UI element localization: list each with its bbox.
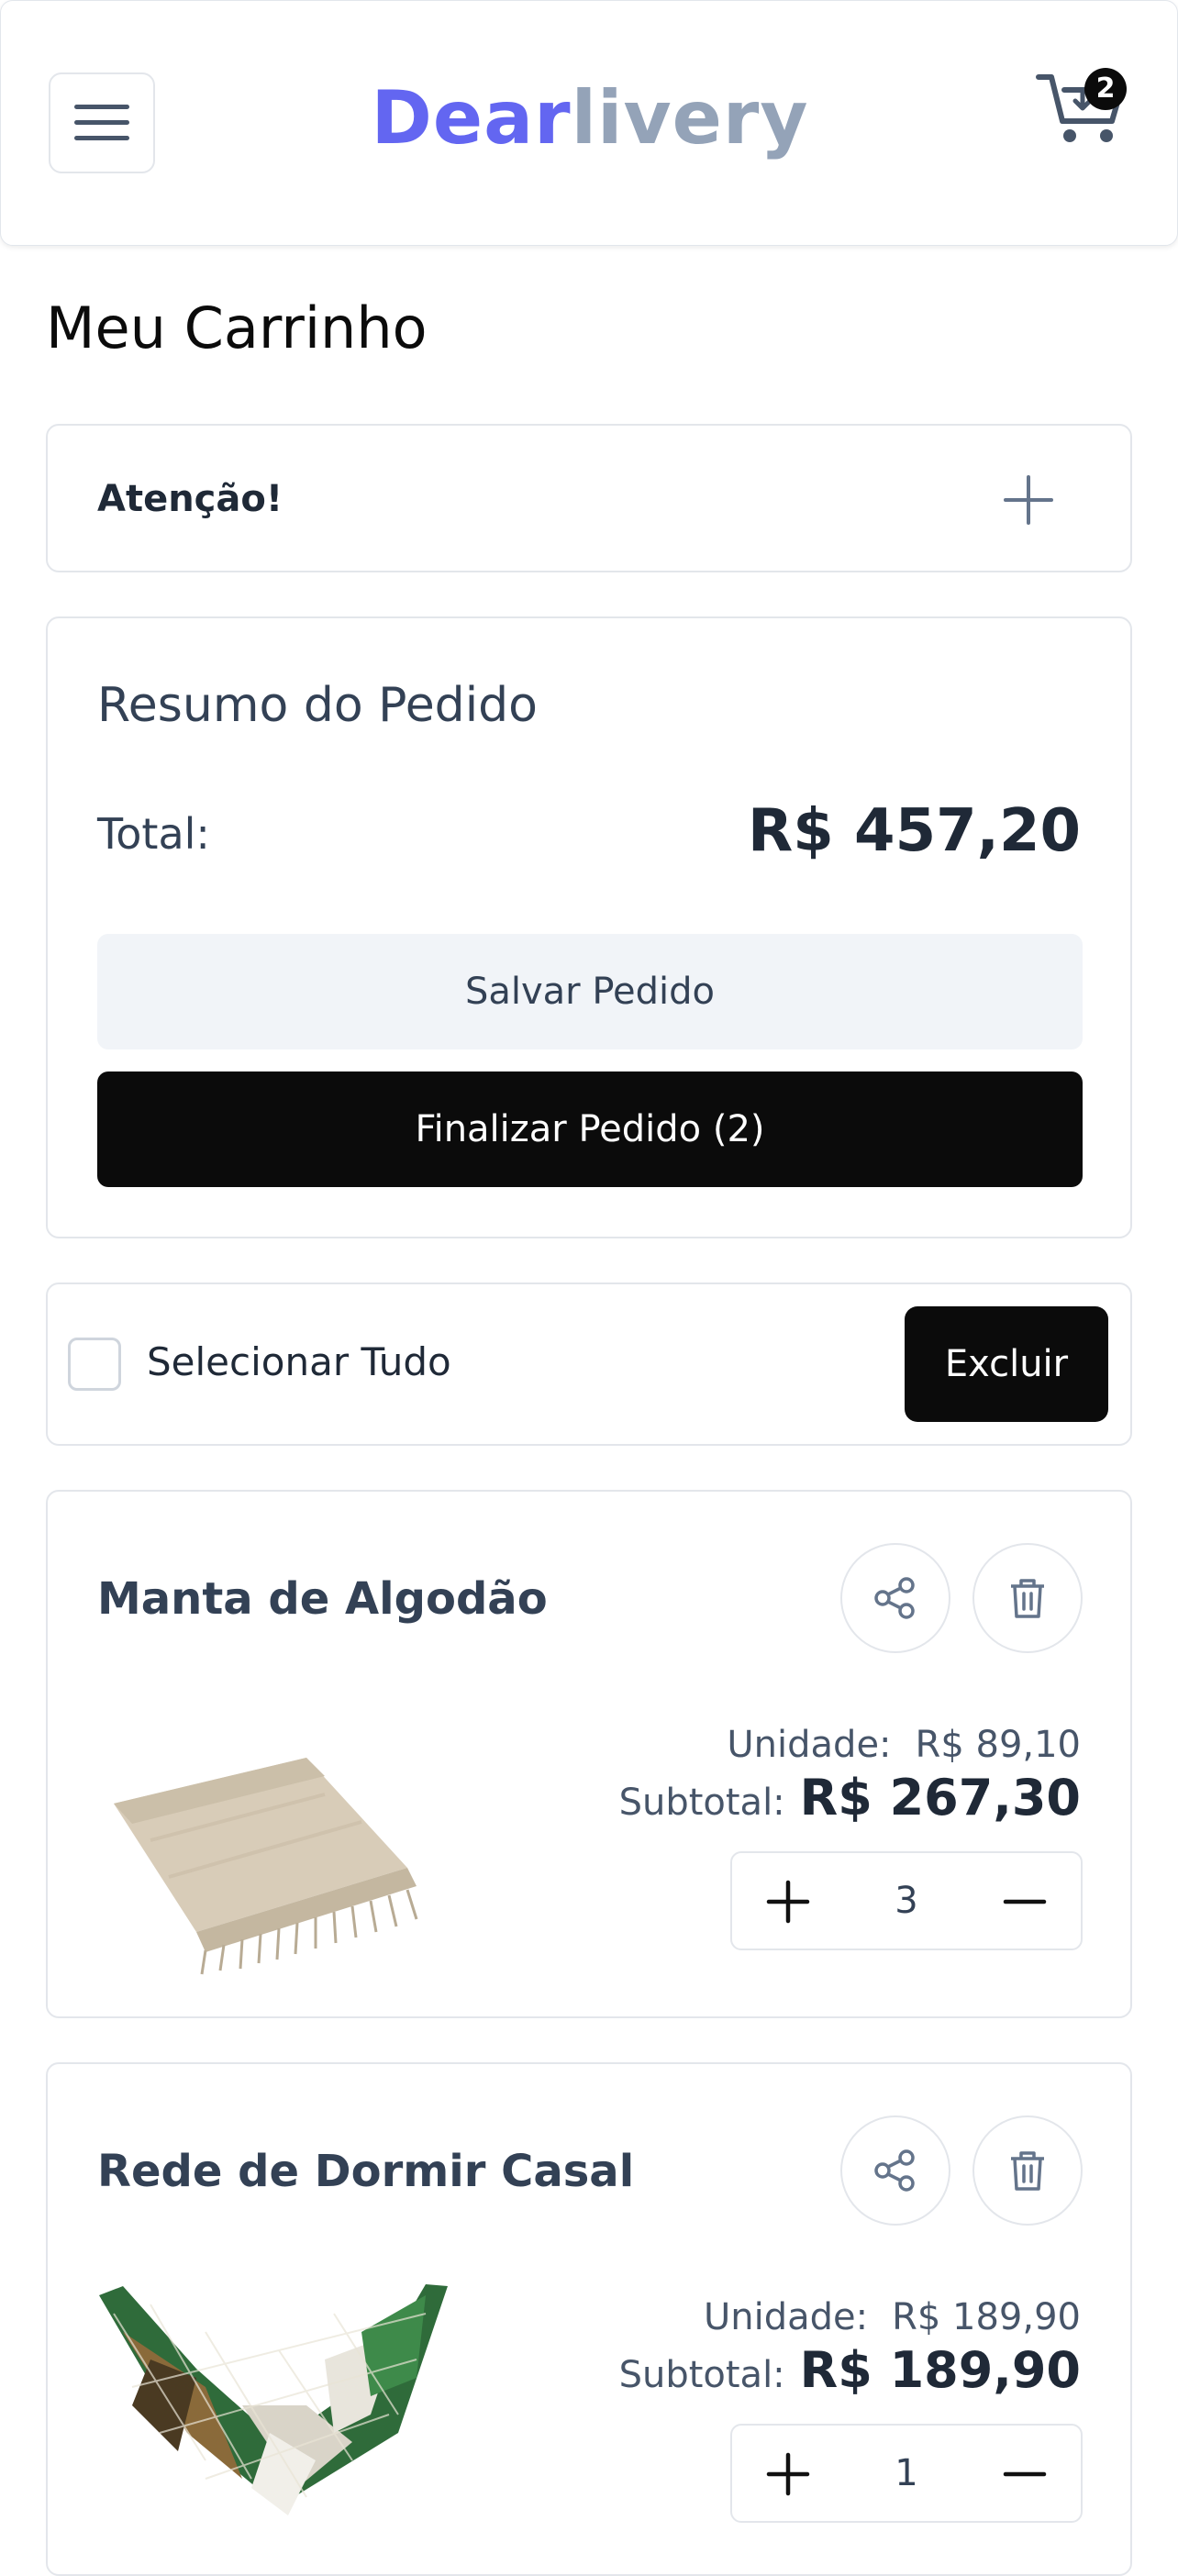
- unit-price-row: Unidade: R$ 189,90: [704, 2292, 1081, 2343]
- product-image-blanket: [114, 1758, 418, 1975]
- unit-price: R$ 189,90: [892, 2296, 1081, 2338]
- product-name: Manta de Algodão: [97, 1573, 548, 1625]
- subtotal-label: Subtotal:: [618, 2354, 785, 2396]
- finish-order-button[interactable]: Finalizar Pedido (2): [97, 1071, 1083, 1187]
- logo-part-2: livery: [571, 75, 809, 161]
- delete-selected-button[interactable]: Excluir: [905, 1306, 1108, 1422]
- cart-item: Manta de Algodão Unidade: R$ 89,10 Subto…: [46, 1490, 1132, 2018]
- attention-label: Atenção!: [97, 478, 283, 520]
- summary-title: Resumo do Pedido: [97, 678, 538, 733]
- subtotal-value: R$ 267,30: [799, 1769, 1081, 1827]
- page-title: Meu Carrinho: [46, 294, 428, 361]
- select-all-label[interactable]: Selecionar Tudo: [147, 1332, 451, 1393]
- unit-label: Unidade:: [703, 2296, 869, 2338]
- trash-icon: [1011, 1579, 1044, 1618]
- decrease-quantity-icon[interactable]: [1002, 2451, 1048, 2497]
- subtotal-label: Subtotal:: [618, 1782, 785, 1824]
- cart-item: Rede de Dormir Casal Unidade:R$ 189,90: [46, 2062, 1132, 2576]
- decrease-quantity-icon[interactable]: [1002, 1879, 1048, 1925]
- quantity-value[interactable]: 3: [851, 1875, 961, 1926]
- subtotal-row: Subtotal: R$ 189,90: [619, 2341, 1081, 2404]
- share-icon: [874, 2149, 915, 2192]
- quantity-stepper: 3: [730, 1851, 1083, 1950]
- select-all-bar: Selecionar Tudo Excluir: [46, 1282, 1132, 1446]
- increase-quantity-icon[interactable]: [765, 2451, 811, 2497]
- share-button[interactable]: [840, 2115, 950, 2226]
- product-name: Rede de Dormir Casal: [97, 2146, 635, 2197]
- app-header: Dearlivery: [0, 0, 1178, 246]
- subtotal-row: Subtotal: R$ 267,30: [619, 1769, 1081, 1832]
- increase-quantity-icon[interactable]: [765, 1879, 811, 1925]
- cart-count-badge: 2: [1084, 68, 1127, 110]
- unit-price-row: Unidade: R$ 89,10: [727, 1719, 1081, 1771]
- plus-icon[interactable]: [1002, 473, 1055, 527]
- logo-part-1: Dear: [371, 75, 572, 161]
- trash-icon: [1011, 2151, 1044, 2191]
- total-value: R$ 457,20: [747, 797, 1081, 865]
- save-order-button[interactable]: Salvar Pedido: [97, 934, 1083, 1049]
- remove-item-button[interactable]: [972, 1543, 1083, 1653]
- product-image-hammock: [99, 2284, 448, 2515]
- order-summary: Resumo do Pedido Total: R$ 457,20 Salvar…: [46, 616, 1132, 1238]
- share-button[interactable]: [840, 1543, 950, 1653]
- share-icon: [874, 1577, 915, 1619]
- subtotal-value: R$ 189,90: [799, 2341, 1081, 2399]
- attention-accordion[interactable]: Atenção!: [46, 424, 1132, 572]
- unit-label: Unidade:: [727, 1724, 892, 1766]
- quantity-stepper: 1: [730, 2424, 1083, 2523]
- select-all-checkbox[interactable]: [68, 1338, 121, 1391]
- remove-item-button[interactable]: [972, 2115, 1083, 2226]
- total-label: Total:: [97, 809, 210, 859]
- brand-logo[interactable]: Dearlivery: [1, 72, 1178, 164]
- unit-price: R$ 89,10: [915, 1724, 1081, 1766]
- quantity-value[interactable]: 1: [851, 2448, 961, 2499]
